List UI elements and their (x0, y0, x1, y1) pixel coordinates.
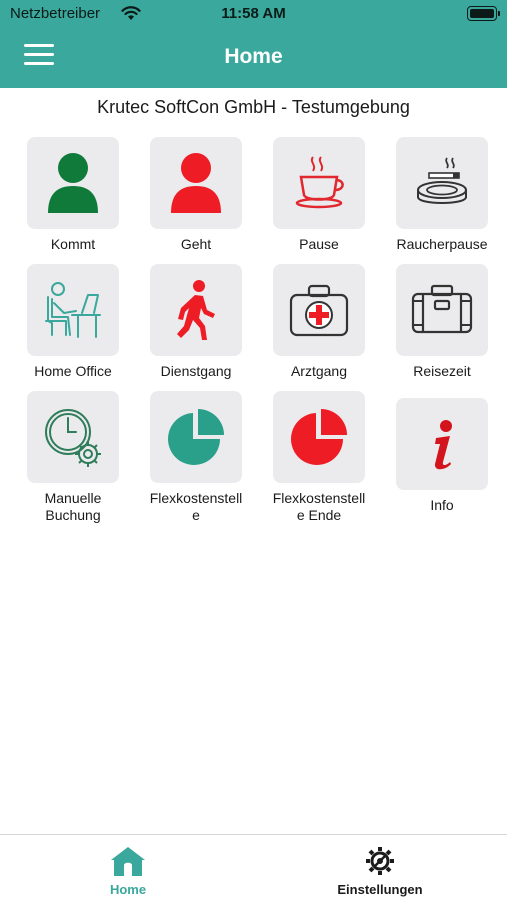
tab-einstellungen[interactable]: Einstellungen (300, 835, 460, 901)
info-icon (434, 420, 452, 470)
tile-label: Geht (180, 236, 212, 252)
tile-flexkostenstelle[interactable]: Flexkostenstell e (136, 391, 256, 524)
walking-person-icon (177, 280, 215, 340)
ashtray-icon (417, 157, 467, 204)
tile-manuelle-buchung[interactable]: Manuelle Buchung (13, 391, 133, 524)
pie-chart-icon-green (168, 409, 224, 465)
tile-label: Dienstgang (160, 363, 232, 379)
tile-label: Reisezeit (413, 363, 471, 379)
battery-icon (467, 6, 500, 21)
navigation-bar: Home (0, 28, 507, 88)
tile-dienstgang[interactable]: Dienstgang (136, 264, 256, 380)
tab-bar: Home Einstellungen (0, 834, 507, 901)
medical-kit-icon (289, 284, 349, 337)
tile-kommt[interactable]: Kommt (13, 137, 133, 253)
tile-label: Flexkostenstell e Ende (272, 490, 366, 523)
tab-einstellungen-label: Einstellungen (337, 882, 423, 897)
tile-label: Info (430, 497, 454, 513)
status-bar: Netzbetreiber 11:58 AM (0, 0, 507, 28)
person-icon-red (171, 153, 221, 213)
pie-chart-icon-red (291, 409, 347, 465)
home-icon (111, 847, 145, 876)
person-icon-green (48, 153, 98, 213)
tab-home[interactable]: Home (48, 835, 208, 901)
suitcase-icon (411, 284, 473, 334)
gear-wrench-icon (366, 847, 394, 875)
tile-home-office[interactable]: Home Office (13, 264, 133, 380)
tile-reisezeit[interactable]: Reisezeit (382, 264, 502, 380)
desk-worker-icon (45, 282, 101, 338)
page-title: Home (224, 45, 283, 68)
clock-gear-icon (45, 409, 101, 467)
clock: 11:58 AM (221, 5, 286, 22)
coffee-cup-icon (295, 156, 344, 209)
tile-label: Kommt (50, 236, 96, 252)
tile-label: Home Office (34, 363, 112, 379)
company-subtitle: Krutec SoftCon GmbH - Testumgebung (97, 97, 410, 117)
tile-label: Raucherpause (396, 236, 488, 252)
tile-label: Flexkostenstell e (149, 490, 243, 523)
tile-raucherpause[interactable]: Raucherpause (382, 137, 502, 253)
tile-pause[interactable]: Pause (259, 137, 379, 253)
tile-flexkostenstelle-ende[interactable]: Flexkostenstell e Ende (259, 391, 379, 524)
tile-geht[interactable]: Geht (136, 137, 256, 253)
tile-info[interactable]: Info (382, 398, 502, 514)
tile-label: Pause (299, 236, 339, 252)
tab-home-label: Home (109, 882, 147, 897)
tile-label: Arztgang (290, 363, 348, 379)
tile-arztgang[interactable]: Arztgang (259, 264, 379, 380)
tile-label: Manuelle Buchung (44, 490, 102, 523)
